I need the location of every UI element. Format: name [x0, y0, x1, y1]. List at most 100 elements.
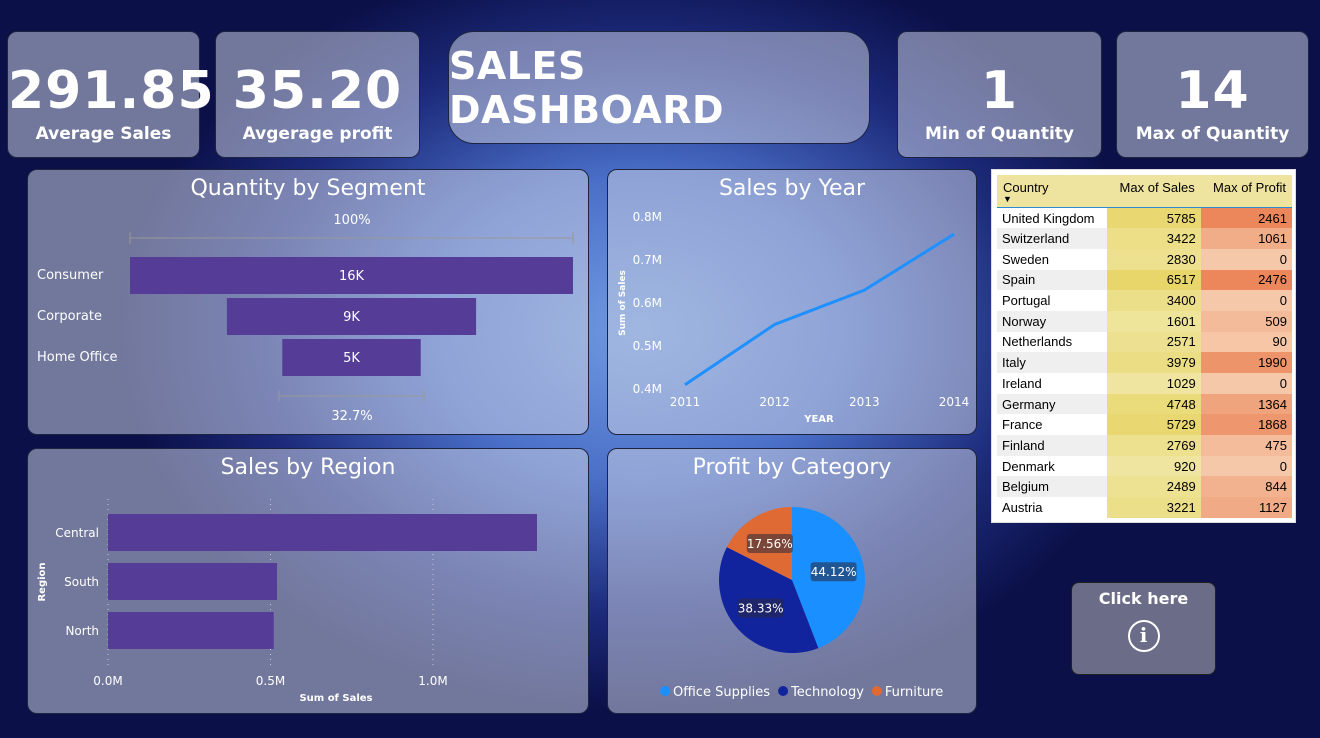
x-tick-label: 1.0M: [418, 674, 447, 688]
country-cell: Switzerland: [997, 228, 1108, 249]
country-cell: Finland: [997, 435, 1108, 456]
table-row[interactable]: Finland 2769 475: [997, 435, 1292, 456]
max-profit-cell: 2476: [1200, 269, 1292, 291]
max-sales-cell: 5785: [1107, 207, 1201, 229]
max-sales-cell: 2769: [1107, 435, 1201, 456]
table-row[interactable]: Austria 3221 1127: [997, 497, 1292, 518]
max-sales-cell: 3422: [1107, 228, 1201, 249]
legend-label: Technology: [790, 685, 864, 700]
max-profit-cell: 475: [1200, 435, 1292, 456]
funnel-bottom-pct: 32.7%: [331, 409, 372, 424]
max-sales-cell: 2571: [1107, 331, 1201, 353]
max-profit-cell: 844: [1200, 476, 1292, 498]
country-cell: Ireland: [1002, 375, 1042, 391]
kpi-label: Max of Quantity: [1135, 124, 1290, 144]
max-sales-cell: 1029: [1107, 373, 1201, 394]
max-sales-cell: 6517: [1107, 269, 1201, 291]
table-row[interactable]: Belgium 2489 844: [997, 476, 1292, 498]
kpi-label: Avgerage profit: [242, 124, 393, 144]
table-row[interactable]: Germany 4748 1364: [997, 393, 1292, 415]
table-row[interactable]: Switzerland 3422 1061: [997, 228, 1292, 249]
region-bar[interactable]: [108, 514, 537, 551]
max-profit-cell: 0: [1200, 290, 1292, 311]
country-cell: United Kingdom: [1002, 210, 1095, 226]
country-cell: Belgium: [997, 476, 1108, 498]
dashboard-title: SALES DASHBOARD: [449, 43, 725, 132]
legend-swatch: [778, 686, 789, 696]
click-here-button[interactable]: Click here i: [1071, 582, 1216, 675]
max-sales-cell: 920: [1107, 455, 1201, 477]
region-bar[interactable]: [108, 563, 277, 600]
region-label: South: [64, 575, 99, 589]
table-row[interactable]: France 5729 1868: [997, 414, 1292, 436]
max-sales-cell: 4748: [1107, 393, 1201, 415]
sales-by-region-panel: Sales by Region 0.0M 0.5M 1.0M Central Sout…: [27, 448, 589, 714]
kpi-value: 1: [980, 61, 1019, 121]
country-cell: Netherlands: [1002, 334, 1073, 350]
segment-funnel-chart: 100% Consumer 16K Corporate 9K Home Office 5K…: [37, 213, 574, 424]
funnel-data-label: 16K: [339, 269, 365, 284]
x-tick-label: 0.5M: [256, 674, 285, 688]
country-cell: Italy: [997, 352, 1108, 373]
profit-by-category-panel: Profit by Category 44.12% 38.33% 17.56% Of…: [607, 448, 977, 714]
y-tick-label: 0.4M: [633, 382, 662, 396]
table-row[interactable]: Italy 3979 1990: [997, 352, 1292, 373]
info-icon: i: [1127, 620, 1160, 652]
table-row[interactable]: Ireland 1029 0: [997, 373, 1292, 394]
max-sales-cell: 3979: [1107, 352, 1201, 373]
max-profit-cell: 1990: [1200, 352, 1292, 373]
sort-desc-icon[interactable]: ▼: [1003, 195, 1101, 204]
country-table-card: Country ▼ Max of Sales Max of Profit Unit…: [991, 169, 1296, 523]
table-row[interactable]: Portugal 3400 0: [997, 290, 1292, 311]
sales-by-region-chart: 0.0M 0.5M 1.0M Central South North Region Su…: [37, 499, 537, 704]
table-row[interactable]: United Kingdom 5785 2461: [997, 207, 1292, 229]
y-tick-label: 0.5M: [633, 339, 662, 353]
y-axis-title: Sum of Sales: [618, 270, 628, 336]
col-header-max-profit[interactable]: Max of Profit: [1200, 175, 1292, 208]
max-profit-cell: 1061: [1200, 228, 1292, 249]
table-row[interactable]: Denmark 920 0: [997, 455, 1292, 477]
max-sales-cell: 3400: [1107, 290, 1201, 311]
country-cell: Portugal: [1002, 293, 1051, 309]
table-row[interactable]: Netherlands 2571 90: [997, 331, 1292, 353]
table-row[interactable]: Spain 6517 2476: [997, 269, 1292, 291]
pie-data-label: 38.33%: [738, 601, 784, 615]
country-cell: Germany: [997, 393, 1108, 415]
max-sales-cell: 3221: [1107, 497, 1201, 518]
sales-by-year-panel: Sales by Year 0.4M 0.5M 0.6M 0.7M 0.8M 2011 20…: [607, 169, 977, 435]
max-profit-cell: 2461: [1200, 207, 1292, 229]
x-tick-label: 2013: [849, 395, 880, 409]
country-cell: Sweden: [1002, 251, 1049, 267]
pie-data-label: 44.12%: [811, 565, 857, 579]
kpi-average-profit: 35.20 Avgerage profit: [215, 31, 420, 158]
max-profit-cell: 0: [1200, 248, 1292, 270]
kpi-max-quantity: 14 Max of Quantity: [1116, 31, 1309, 158]
x-tick-label: 2014: [939, 395, 970, 409]
x-axis-title: Sum of Sales: [299, 693, 372, 704]
kpi-label: Min of Quantity: [924, 124, 1075, 144]
kpi-value: 291.85: [8, 61, 215, 121]
kpi-value: 35.20: [232, 61, 403, 121]
country-table: Country ▼ Max of Sales Max of Profit Unit…: [997, 175, 1292, 518]
country-cell: Austria: [1002, 499, 1043, 515]
max-sales-cell: 2830: [1107, 248, 1201, 270]
max-profit-cell: 1127: [1200, 497, 1292, 518]
x-tick-label: 2012: [759, 395, 790, 409]
x-tick-label: 0.0M: [93, 674, 122, 688]
kpi-value: 14: [1175, 61, 1250, 121]
legend-label: Office Supplies: [673, 685, 770, 700]
y-tick-label: 0.6M: [633, 296, 662, 310]
max-profit-cell: 1364: [1200, 393, 1292, 415]
region-bar[interactable]: [108, 612, 274, 649]
legend-label: Furniture: [885, 685, 943, 700]
col-header-max-sales[interactable]: Max of Sales: [1107, 175, 1201, 208]
max-profit-cell: 1868: [1200, 414, 1292, 436]
funnel-top-pct: 100%: [333, 213, 370, 228]
col-header-country[interactable]: Country ▼: [997, 175, 1108, 208]
y-tick-label: 0.7M: [633, 253, 662, 267]
max-sales-cell: 2489: [1107, 476, 1201, 498]
table-row[interactable]: Sweden 2830 0: [997, 248, 1292, 270]
table-row[interactable]: Norway 1601 509: [997, 310, 1292, 332]
pie-data-label: 17.56%: [747, 537, 793, 551]
funnel-category-label: Corporate: [37, 309, 102, 324]
